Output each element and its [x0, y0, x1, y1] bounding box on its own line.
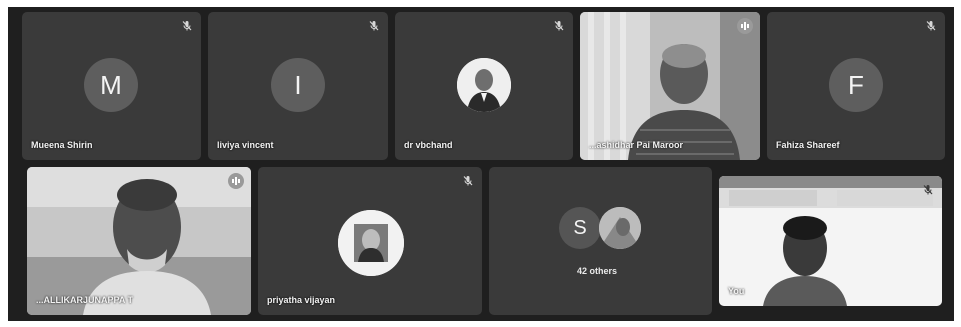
avatar-initial: F [848, 69, 864, 100]
meeting-grid: M Mueena Shirin I liviya vincent dr vbch… [8, 7, 954, 321]
mic-off-icon [368, 20, 380, 32]
avatar-initial: I [294, 69, 302, 100]
mic-off-icon [181, 20, 193, 32]
participant-tile-mueena[interactable]: M Mueena Shirin [22, 12, 201, 160]
avatar: S [559, 207, 601, 249]
participant-name: ...ashidhar Pai Maroor [589, 140, 684, 150]
speaking-indicator-icon [228, 173, 244, 189]
mic-off-icon [922, 184, 934, 196]
participant-name: You [728, 286, 745, 296]
avatar-photo [457, 58, 511, 112]
participant-name: Mueena Shirin [31, 140, 93, 150]
participant-name: liviya vincent [217, 140, 274, 150]
avatar-photo [599, 207, 641, 249]
mic-off-icon [462, 175, 474, 187]
participant-tile-mallikarjunappa[interactable]: ...ALLIKARJUNAPPA T [27, 167, 251, 315]
mic-off-icon [553, 20, 565, 32]
video-feed [719, 176, 942, 306]
participant-name: priyatha vijayan [267, 295, 336, 305]
avatar-initial: S [573, 216, 587, 239]
participant-name: dr vbchand [404, 140, 453, 150]
avatar: M [84, 58, 138, 112]
participant-name: ...ALLIKARJUNAPPA T [36, 295, 134, 305]
participant-name: Fahiza Shareef [776, 140, 840, 150]
participant-tile-fahiza[interactable]: F Fahiza Shareef [767, 12, 945, 160]
participant-tile-you[interactable]: You [719, 176, 942, 306]
avatar-photo [338, 210, 404, 276]
others-count: 42 others [577, 266, 618, 276]
participant-tile-ashidhar[interactable]: ...ashidhar Pai Maroor [580, 12, 760, 160]
mic-off-icon [925, 20, 937, 32]
others-tile[interactable]: S 42 others [489, 167, 712, 315]
participant-tile-liviya[interactable]: I liviya vincent [208, 12, 388, 160]
avatar: I [271, 58, 325, 112]
avatar: F [829, 58, 883, 112]
video-feed [580, 12, 760, 160]
video-feed [27, 167, 251, 315]
avatar-initial: M [100, 69, 122, 100]
speaking-indicator-icon [737, 18, 753, 34]
participant-tile-vbchand[interactable]: dr vbchand [395, 12, 573, 160]
participant-tile-priyatha[interactable]: priyatha vijayan [258, 167, 482, 315]
